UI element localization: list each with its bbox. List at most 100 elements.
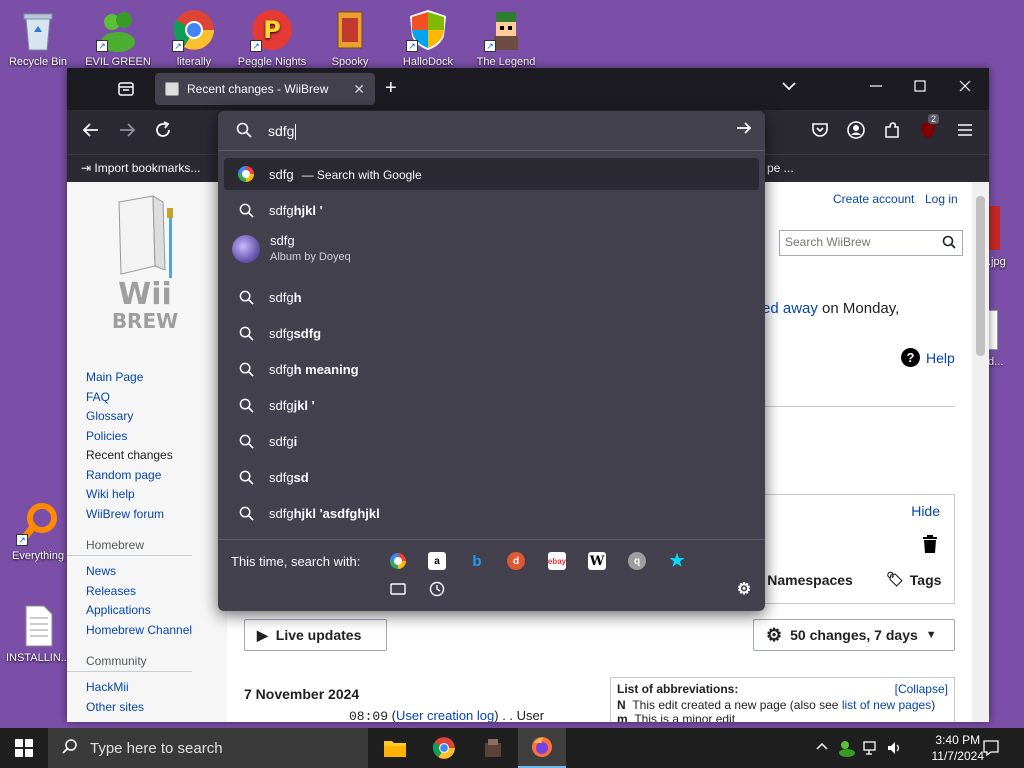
sidebar-link-releases[interactable]: Releases [67, 582, 227, 602]
close-window-icon[interactable] [957, 78, 973, 98]
log-in-link[interactable]: Log in [925, 192, 958, 206]
notifications-icon[interactable] [982, 739, 1000, 760]
search-icon[interactable] [942, 235, 956, 252]
suggestion-prefix: sdfg [269, 505, 294, 521]
user-creation-log-link[interactable]: User creation log [396, 708, 494, 722]
sidebar-link-main-page[interactable]: Main Page [67, 368, 227, 388]
tray-app-icon[interactable] [838, 739, 856, 760]
suggestion-row[interactable]: sdfgh [224, 281, 759, 313]
create-account-link[interactable]: Create account [833, 192, 914, 206]
desktop-icon-literally[interactable]: ↗ literally [156, 8, 232, 68]
desktop-icon-hallodock[interactable]: ↗ HalloDock [390, 8, 466, 68]
hamburger-menu-icon[interactable] [955, 120, 975, 145]
forward-arrow-icon[interactable] [117, 120, 137, 145]
urlbar[interactable]: sdfg [218, 111, 765, 151]
back-arrow-icon[interactable] [81, 120, 101, 145]
extensions-puzzle-icon[interactable] [882, 120, 902, 145]
desktop-icon-installin[interactable]: INSTALLIN... [0, 604, 76, 664]
suggestion-row[interactable]: sdfgh meaning [224, 353, 759, 385]
suggestion-row[interactable]: sdfg — Search with Google [224, 158, 759, 190]
tags-button[interactable]: 🏷 Tags [886, 571, 941, 588]
sidebar-link-faq[interactable]: FAQ [67, 388, 227, 408]
tab-recent-changes[interactable]: Recent changes - WiiBrew ✕ [155, 73, 375, 105]
help-link[interactable]: ? Help [901, 348, 955, 367]
wikipedia-engine-icon[interactable]: W [588, 552, 606, 570]
firefox-taskbar-icon[interactable] [518, 728, 566, 768]
sidebar-link-recent-changes[interactable]: Recent changes [67, 446, 227, 466]
collapse-link[interactable]: [Collapse] [895, 682, 948, 696]
desktop-icon-evil-green[interactable]: ↗ EVIL GREEN [80, 8, 156, 68]
go-arrow-icon[interactable] [735, 119, 753, 142]
sidebar-link-homebrew-channel[interactable]: Homebrew Channel [67, 621, 227, 641]
sidebar-link-random-page[interactable]: Random page [67, 466, 227, 486]
taskbar-search-box[interactable]: Type here to search [48, 728, 368, 768]
desktop-icon-partial-jpg[interactable]: .jpg [988, 256, 1006, 268]
page-scrollbar[interactable] [972, 182, 989, 722]
google-icon [236, 164, 256, 184]
live-updates-button[interactable]: ▶ Live updates [244, 619, 387, 651]
tabs-icon[interactable] [389, 580, 407, 598]
sidebar-link-policies[interactable]: Policies [67, 427, 227, 447]
search-with-label: This time, search with: [231, 554, 361, 569]
new-tab-plus-icon[interactable]: + [385, 77, 397, 100]
network-icon[interactable] [863, 740, 879, 759]
firefox-view-icon[interactable] [115, 78, 137, 100]
account-icon[interactable] [846, 120, 866, 145]
show-hidden-icons-chevron-icon[interactable] [815, 740, 829, 757]
system-clock[interactable]: 3:40 PM 11/7/2024 [932, 732, 985, 764]
urlbar-input[interactable]: sdfg [268, 123, 297, 141]
scrollbar-thumb[interactable] [976, 196, 985, 356]
suggestion-row[interactable]: sdfghjkl ' [224, 194, 759, 226]
chrome-taskbar-icon[interactable] [420, 728, 468, 768]
close-tab-icon[interactable]: ✕ [353, 81, 365, 98]
game-taskbar-icon[interactable] [469, 728, 517, 768]
desktop-icon-spooky[interactable]: Spooky [312, 8, 388, 68]
list-all-tabs-chevron-icon[interactable] [781, 78, 797, 98]
amazon-engine-icon[interactable]: a [428, 552, 446, 570]
ebay-engine-icon[interactable]: ebay [548, 552, 566, 570]
trash-icon[interactable] [922, 535, 938, 556]
desktop-icon-partial-doc[interactable]: d... [988, 356, 1003, 368]
help-question-icon: ? [901, 348, 920, 367]
start-windows-icon[interactable] [0, 728, 48, 768]
list-of-new-pages-link[interactable]: list of new pages [842, 698, 931, 712]
desktop-icon-recycle-bin[interactable]: Recycle Bin [0, 8, 76, 68]
desktop-icon-everything[interactable]: ↗ Everything [0, 502, 76, 562]
volume-icon[interactable] [887, 740, 903, 759]
google-engine-icon[interactable] [389, 552, 407, 570]
minimize-icon[interactable] [868, 78, 884, 98]
duckduckgo-engine-icon[interactable]: d [507, 552, 525, 570]
sidebar-link-wiki-help[interactable]: Wiki help [67, 485, 227, 505]
custom-search-engine-icon[interactable]: q [628, 552, 646, 570]
import-bookmarks-link[interactable]: ⇥ Import bookmarks... [81, 161, 200, 175]
wiki-search-input[interactable] [780, 231, 930, 253]
wiibrew-logo[interactable]: Wii BREW [107, 192, 187, 333]
wiki-search-box[interactable] [779, 230, 963, 256]
search-settings-gear-icon[interactable]: ⚙ [735, 580, 753, 598]
maximize-icon[interactable] [912, 78, 928, 98]
changes-filter-button[interactable]: ⚙ 50 changes, 7 days ▼ [753, 619, 955, 651]
desktop-icon-peggle-nights[interactable]: P ↗ Peggle Nights [234, 8, 310, 68]
sidebar-link-hackmii[interactable]: HackMii [67, 678, 227, 698]
bookmark-partial[interactable]: pe ... [767, 161, 794, 175]
suggestion-row[interactable]: sdfgi [224, 425, 759, 457]
bing-engine-icon[interactable]: b [468, 552, 486, 570]
reload-icon[interactable] [153, 120, 173, 145]
bookmarks-star-icon[interactable]: ★ [668, 551, 686, 570]
pocket-icon[interactable] [810, 120, 830, 145]
hide-link[interactable]: Hide [911, 503, 940, 519]
suggestion-row[interactable]: sdfgsdfg [224, 317, 759, 349]
suggestion-row[interactable]: sdfgjkl ' [224, 389, 759, 421]
suggestion-row[interactable]: sdfghjkl 'asdfghjkl [224, 497, 759, 529]
history-clock-icon[interactable] [428, 580, 446, 598]
desktop-icon-the-legend[interactable]: ↗ The Legend [468, 8, 544, 68]
sidebar-link-applications[interactable]: Applications [67, 601, 227, 621]
suggestion-row[interactable]: sdfg Album by Doyeq [224, 229, 759, 269]
sidebar-link-glossary[interactable]: Glossary [67, 407, 227, 427]
sidebar-link-news[interactable]: News [67, 562, 227, 582]
suggestion-row[interactable]: sdfgsd [224, 461, 759, 493]
file-explorer-icon[interactable] [371, 728, 419, 768]
sidebar-link-other-sites[interactable]: Other sites [67, 698, 227, 718]
sidebar-link-wiibrew-forum[interactable]: WiiBrew forum [67, 505, 227, 525]
ublock-origin-icon[interactable]: 2 [918, 114, 940, 145]
